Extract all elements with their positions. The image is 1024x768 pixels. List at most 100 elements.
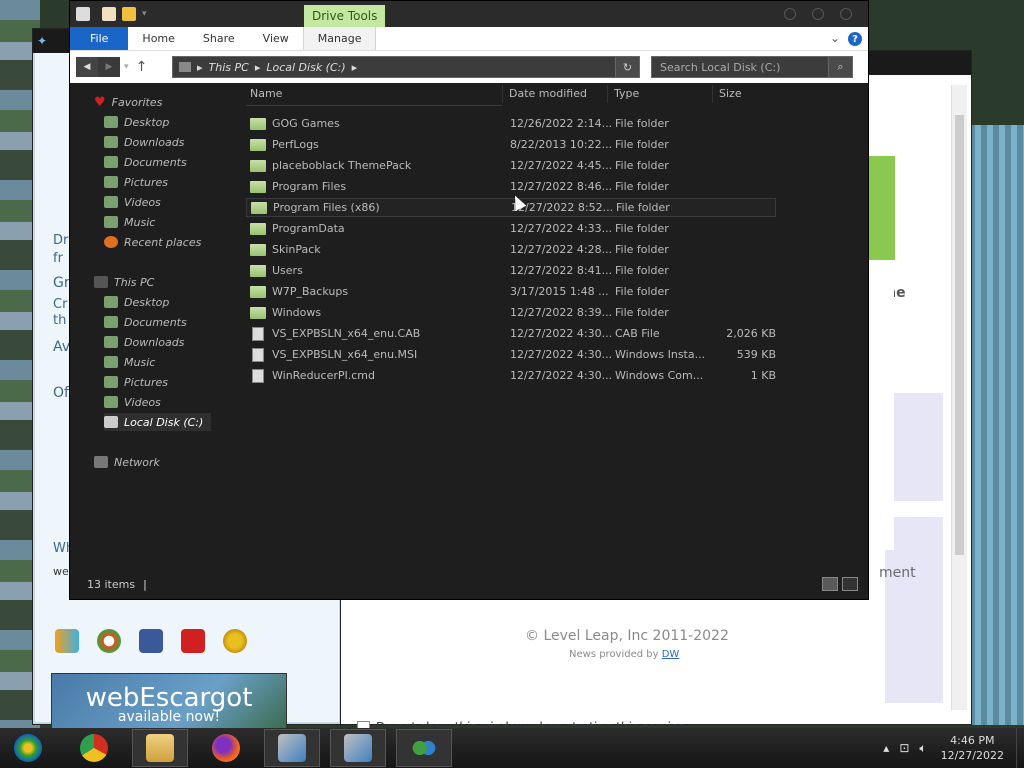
nav-this-pc[interactable]: This PC (94, 273, 154, 291)
tab-share[interactable]: Share (189, 27, 249, 50)
file-row[interactable]: placeboblack ThemePack 12/27/2022 4:45...… (246, 156, 776, 175)
sun-icon[interactable] (223, 629, 247, 653)
facebook-icon[interactable] (139, 629, 163, 653)
nav-label: Documents (124, 315, 187, 329)
details-view-icon[interactable] (822, 577, 838, 591)
show-desktop-button[interactable] (1016, 728, 1024, 768)
breadcrumb-local-disk[interactable]: Local Disk (C:) (266, 61, 345, 74)
fragment-text: ment (879, 565, 916, 581)
scrollbar-thumb[interactable] (955, 115, 964, 555)
window-icon[interactable] (76, 7, 90, 21)
taskbar-file-explorer[interactable] (132, 729, 188, 767)
column-header-name[interactable]: Name (250, 87, 282, 100)
file-row[interactable]: VS_EXPBSLN_x64_enu.CAB 12/27/2022 4:30...… (246, 324, 776, 343)
tab-view[interactable]: View (249, 27, 303, 50)
youtube-icon[interactable] (181, 629, 205, 653)
recent-locations-icon[interactable]: ▾ (124, 62, 129, 72)
taskbar-firefox[interactable] (198, 729, 254, 767)
large-icons-view-icon[interactable] (842, 577, 858, 591)
clock[interactable]: 4:46 PM 12/27/2022 (941, 733, 1004, 763)
file-row[interactable]: GOG Games 12/26/2022 2:14... File folder (246, 114, 776, 133)
copyright-text: © Level Leap, Inc 2011-2022 (525, 628, 729, 644)
file-row[interactable]: ProgramData 12/27/2022 4:33... File folder (246, 219, 776, 238)
pictures-icon (104, 176, 118, 188)
nav-fav-pictures[interactable]: Pictures (104, 173, 168, 191)
expand-ribbon-icon[interactable]: ⌄ (830, 31, 840, 45)
customize-quick-access-icon[interactable]: ▾ (142, 9, 147, 19)
column-divider[interactable] (712, 85, 713, 103)
new-folder-icon[interactable] (122, 7, 136, 21)
nav-fav-desktop[interactable]: Desktop (104, 113, 169, 131)
tab-manage[interactable]: Manage (302, 27, 377, 50)
file-type: File folder (615, 285, 669, 298)
column-divider[interactable] (607, 85, 608, 103)
file-row[interactable]: Windows 12/27/2022 8:39... File folder (246, 303, 776, 322)
column-header-size[interactable]: Size (719, 87, 742, 100)
nav-fav-music[interactable]: Music (104, 213, 155, 231)
file-date: 12/26/2022 2:14... (510, 117, 613, 130)
tab-file[interactable]: File (70, 27, 129, 50)
column-header-date[interactable]: Date modified (509, 87, 587, 100)
explorer-titlebar[interactable]: ▾ Drive Tools (70, 1, 868, 27)
file-row[interactable]: WinReducerPI.cmd 12/27/2022 4:30... Window… (246, 366, 776, 385)
nav-label: Downloads (124, 335, 185, 349)
nav-pc-desktop[interactable]: Desktop (104, 293, 169, 311)
file-name: GOG Games (272, 117, 340, 130)
show-hidden-icons-icon[interactable]: ▴ (883, 741, 889, 756)
start-button[interactable] (0, 729, 56, 767)
taskbar-setup-1[interactable] (264, 729, 320, 767)
column-divider[interactable] (502, 85, 503, 103)
nav-network[interactable]: Network (94, 453, 160, 471)
taskbar-messenger[interactable] (396, 729, 452, 767)
ccleaner-icon[interactable] (97, 629, 121, 653)
news-link[interactable]: DW (662, 649, 680, 660)
file-row[interactable]: W7P_Backups 3/17/2015 1:48 ... File folder (246, 282, 776, 301)
minimize-button[interactable] (784, 8, 796, 20)
nav-pc-documents[interactable]: Documents (104, 313, 187, 331)
nav-favorites[interactable]: ♥ Favorites (94, 93, 162, 111)
volume-icon[interactable]: 🔈︎ (919, 741, 926, 756)
file-row[interactable]: Program Files 12/27/2022 8:46... File fold… (246, 177, 776, 196)
item-count: 13 items (87, 577, 136, 591)
search-input[interactable]: Search Local Disk (C:) ⌕ (651, 56, 853, 78)
tab-home[interactable]: Home (128, 27, 188, 50)
nav-pc-pictures[interactable]: Pictures (104, 373, 168, 391)
close-button[interactable] (840, 8, 852, 20)
nav-pc-music[interactable]: Music (104, 353, 155, 371)
nav-pc-local-disk[interactable]: Local Disk (C:) (104, 413, 212, 431)
properties-icon[interactable] (102, 7, 116, 21)
up-arrow-icon[interactable]: ↑ (133, 59, 151, 75)
help-icon[interactable]: ? (848, 32, 862, 46)
network-icon[interactable]: ⊡ (899, 741, 909, 756)
maximize-button[interactable] (812, 8, 824, 20)
file-row[interactable]: VS_EXPBSLN_x64_enu.MSI 12/27/2022 4:30...… (246, 345, 776, 364)
file-row[interactable]: Users 12/27/2022 8:41... File folder (246, 261, 776, 280)
refresh-icon[interactable]: ↻ (615, 57, 639, 77)
nav-fav-recent[interactable]: Recent places (104, 233, 201, 251)
nav-pc-videos[interactable]: Videos (104, 393, 161, 411)
forward-button[interactable]: ▶ (98, 57, 120, 77)
breadcrumb-this-pc[interactable]: This PC (209, 61, 249, 74)
file-row[interactable]: PerfLogs 8/22/2013 10:22... File folder (246, 135, 776, 154)
back-button[interactable]: ◀ (76, 57, 98, 77)
computer-icon (94, 276, 108, 288)
file-type: Windows Com... (615, 369, 704, 382)
webescargot-banner[interactable]: webEscargot available now! (51, 673, 287, 735)
file-size: 539 KB (736, 348, 776, 361)
taskbar-chrome[interactable] (66, 729, 122, 767)
vertical-scrollbar[interactable] (951, 85, 967, 710)
nav-fav-documents[interactable]: Documents (104, 153, 187, 171)
taskbar-setup-2[interactable] (330, 729, 386, 767)
search-icon[interactable]: ⌕ (828, 57, 852, 77)
nav-fav-downloads[interactable]: Downloads (104, 133, 184, 151)
news-prefix: News provided by (569, 649, 659, 660)
nav-pc-downloads[interactable]: Downloads (104, 333, 184, 351)
file-name: placeboblack ThemePack (272, 159, 412, 172)
file-explorer-window[interactable]: ▾ Drive Tools File Home Share View Manag… (69, 0, 869, 600)
nav-fav-videos[interactable]: Videos (104, 193, 161, 211)
address-bar[interactable]: ▸ This PC ▸ Local Disk (C:) ▸ ↻ (172, 56, 640, 78)
file-name: W7P_Backups (272, 285, 349, 298)
butterfly-icon[interactable] (55, 629, 79, 653)
column-header-type[interactable]: Type (614, 87, 639, 100)
file-row[interactable]: SkinPack 12/27/2022 4:28... File folder (246, 240, 776, 259)
